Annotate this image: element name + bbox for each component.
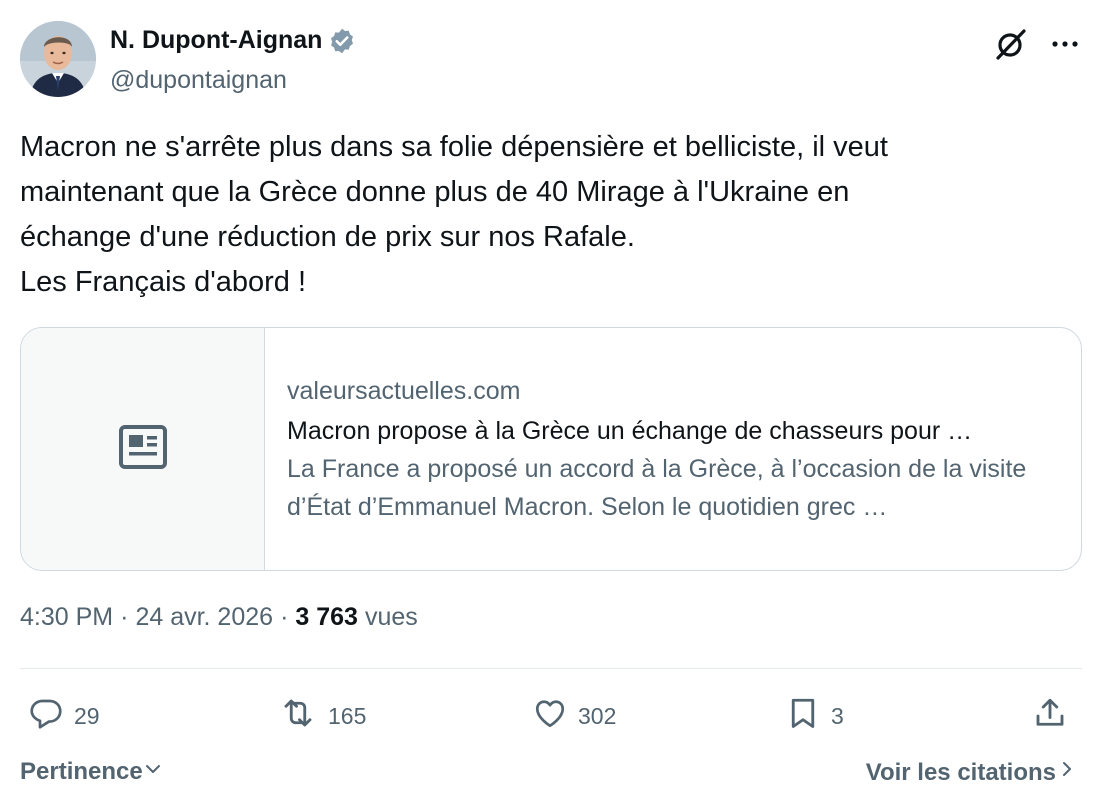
bookmark-icon (785, 695, 821, 737)
repost-icon (278, 695, 318, 737)
views-count: 3 763 (295, 603, 358, 631)
sort-dropdown[interactable]: Pertinence (20, 758, 163, 786)
tweet-meta: 4:30 PM · 24 avr. 2026 · 3 763 vues (20, 603, 418, 632)
bookmark-button[interactable]: 3 (785, 693, 844, 739)
link-preview-card[interactable]: valeursactuelles.com Macron propose à la… (20, 327, 1082, 571)
grok-icon[interactable] (994, 27, 1028, 61)
avatar[interactable] (20, 21, 96, 97)
verified-badge-icon (328, 27, 356, 55)
view-quotes-link[interactable]: Voir les citations (866, 758, 1078, 787)
repost-count: 165 (328, 702, 367, 729)
tweet-date[interactable]: 24 avr. 2026 (135, 603, 273, 632)
reply-count: 29 (74, 702, 100, 729)
card-description: La France a proposé un accord à la Grèce… (287, 455, 1027, 521)
meta-separator: · (280, 603, 289, 631)
card-thumbnail (21, 328, 265, 570)
author-handle[interactable]: @dupontaignan (110, 66, 287, 95)
newspaper-icon (118, 424, 168, 475)
tweet-header: N. Dupont-Aignan @dupontaignan (20, 21, 1084, 101)
chevron-right-icon (1056, 758, 1078, 787)
tweet-text: Macron ne s'arrête plus dans sa folie dé… (20, 131, 888, 298)
reply-button[interactable]: 29 (28, 693, 100, 739)
repost-button[interactable]: 165 (278, 693, 366, 739)
card-title: Macron propose à la Grèce un échange de … (287, 417, 973, 445)
meta-separator: · (120, 603, 129, 631)
sort-label: Pertinence (20, 758, 143, 785)
like-button[interactable]: 302 (532, 693, 616, 739)
like-count: 302 (578, 702, 617, 729)
action-bar: 29 165 302 3 (20, 693, 1082, 739)
author-display-name[interactable]: N. Dupont-Aignan (110, 26, 322, 55)
chevron-down-icon (143, 758, 163, 786)
views-label: vues (364, 603, 418, 631)
replies-toolbar: Pertinence Voir les citations (20, 758, 1082, 792)
bookmark-count: 3 (831, 702, 844, 729)
reply-icon (28, 695, 64, 737)
divider (20, 668, 1082, 669)
view-quotes-label: Voir les citations (865, 758, 1056, 786)
share-icon (1032, 695, 1068, 737)
heart-icon (532, 695, 568, 737)
share-button[interactable] (1032, 693, 1068, 739)
more-options-icon[interactable] (1048, 27, 1082, 61)
card-domain: valeursactuelles.com (287, 377, 521, 405)
tweet-time[interactable]: 4:30 PM (20, 603, 113, 632)
